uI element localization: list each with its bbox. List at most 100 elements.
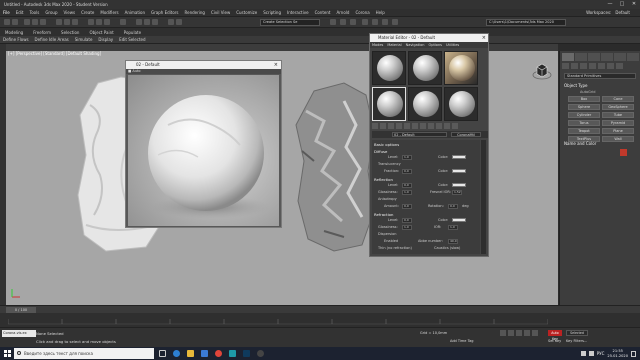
mirror-icon[interactable] [168,19,174,25]
teapot-button[interactable]: Teapot [568,128,600,134]
viewport-label[interactable]: [+] [Perspective] [Standard] [Default Sh… [8,51,101,56]
selection-region-icon[interactable] [72,19,78,25]
refraction-level-field[interactable]: 0,0 [402,218,412,223]
go-to-end-icon[interactable] [532,330,538,336]
abbe-field[interactable]: 40,0 [448,239,458,244]
task-view-button[interactable] [156,348,168,359]
selection-set-dropdown[interactable]: Create Selection Se [260,19,320,26]
get-material-icon[interactable] [372,123,378,129]
material-id-icon[interactable] [428,123,434,129]
bind-space-warp-icon[interactable] [40,19,46,25]
sample-slot-selected[interactable] [372,87,406,121]
menu-modifiers[interactable]: Modifiers [97,10,121,15]
menu-corona[interactable]: Corona [352,10,372,15]
helpers-icon[interactable] [598,63,605,69]
copy-material-icon[interactable] [404,123,410,129]
primitive-category-dropdown[interactable]: Standard Primitives [564,73,636,79]
align-icon[interactable] [176,19,182,25]
assign-material-icon[interactable] [388,123,394,129]
object-type-heading[interactable]: Object Type [564,83,588,88]
close-icon[interactable]: × [482,34,486,42]
cylinder-button[interactable]: Cylinder [568,112,600,118]
material-type-button[interactable]: CoronaMtl [451,132,481,137]
menu-tools[interactable]: Tools [26,10,42,15]
menu-animation[interactable]: Animation [122,10,148,15]
edge-app-icon[interactable] [170,348,182,359]
menu-graph-editors[interactable]: Graph Editors [148,10,181,15]
tube-button[interactable]: Tube [602,112,634,118]
fraction-field[interactable]: 0,0 [402,169,412,174]
menu-rendering[interactable]: Rendering [182,10,208,15]
fresnel-field[interactable]: 1,52 [452,190,462,195]
menu-navigation[interactable]: Navigation [404,43,427,47]
modify-tab[interactable] [575,53,587,61]
menu-customize[interactable]: Customize [233,10,260,15]
viewcube-icon[interactable] [532,62,552,80]
start-button[interactable] [0,347,14,360]
geosphere-button[interactable]: GeoSphere [602,104,634,110]
systems-icon[interactable] [616,63,623,69]
cameras-icon[interactable] [589,63,596,69]
project-path-field[interactable]: C:\Users\1\Documents\3ds Max 2020 [486,19,566,26]
snaps-icon[interactable] [136,19,142,25]
sample-slot[interactable] [372,51,406,85]
menu-modes[interactable]: Modes [370,43,385,47]
wall-button[interactable]: Wall [602,136,634,142]
show-end-result-icon[interactable] [444,123,450,129]
thin-checkbox[interactable]: Thin (no refraction) [378,246,412,250]
material-scrollbar[interactable] [481,140,486,254]
define-idle-areas-button[interactable]: Define Idle Areas [32,37,72,42]
maxscript-listener-field[interactable]: Corona.vis.ex [2,330,36,337]
store-app-icon[interactable] [198,348,210,359]
tab-selection[interactable]: Selection [56,30,84,35]
simulate-button[interactable]: Simulate [72,37,96,42]
render-icon[interactable] [392,19,398,25]
basic-options-heading[interactable]: Basic options [372,142,480,147]
explorer-app-icon[interactable] [184,348,196,359]
pyramid-button[interactable]: Pyramid [602,120,634,126]
tab-freeform[interactable]: Freeform [28,30,56,35]
menu-utilities[interactable]: Utilities [444,43,461,47]
menu-scripting[interactable]: Scripting [260,10,284,15]
schematic-icon[interactable] [350,19,356,25]
diffuse-color-swatch[interactable] [452,155,466,159]
menu-file[interactable]: File [0,10,13,15]
maximize-button[interactable]: □ [616,0,628,9]
key-mode-dropdown[interactable]: Selected [566,330,588,336]
undo-icon[interactable] [4,19,10,25]
amount-field[interactable]: 0,0 [402,204,412,209]
key-filters-button[interactable]: Key Filters... [566,339,587,343]
menu-create[interactable]: Create [78,10,97,15]
menu-views[interactable]: Views [61,10,79,15]
photoshop-app-icon[interactable] [240,348,252,359]
angle-snap-icon[interactable] [144,19,150,25]
create-tab[interactable] [562,53,574,61]
sphere-button[interactable]: Sphere [568,104,600,110]
glossiness-field[interactable]: 1,0 [402,190,412,195]
chrome-app-icon[interactable] [212,348,224,359]
workspace-selector[interactable]: Workspaces: Default [584,9,632,17]
torus-button[interactable]: Torus [568,120,600,126]
tab-populate[interactable]: Populate [119,30,146,35]
autogrid-checkbox[interactable]: AutoGrid [580,90,595,94]
render-frame-window[interactable]: 02 - Default × ■ Auto [125,60,282,228]
rock-model-right[interactable] [294,81,376,253]
geometry-icon[interactable] [562,63,569,69]
put-to-library-icon[interactable] [420,123,426,129]
render-window-titlebar[interactable]: 02 - Default × [126,61,281,69]
menu-interactive[interactable]: Interactive [284,10,312,15]
display-tab[interactable] [614,53,626,61]
cone-button[interactable]: Cone [602,96,634,102]
sample-slot[interactable] [444,87,478,121]
close-icon[interactable]: × [274,61,278,69]
render-frame-icon[interactable] [382,19,388,25]
layer-icon[interactable] [330,19,336,25]
space-warps-icon[interactable] [607,63,614,69]
put-to-scene-icon[interactable] [380,123,386,129]
auto-key-button[interactable]: Auto Key [548,330,562,341]
move-icon[interactable] [88,19,94,25]
sample-slot[interactable] [408,87,442,121]
obs-app-icon[interactable] [254,348,266,359]
define-flows-button[interactable]: Define Flows [0,37,32,42]
material-editor-window[interactable]: Material Editor - 02 - Default × Modes M… [369,33,489,257]
